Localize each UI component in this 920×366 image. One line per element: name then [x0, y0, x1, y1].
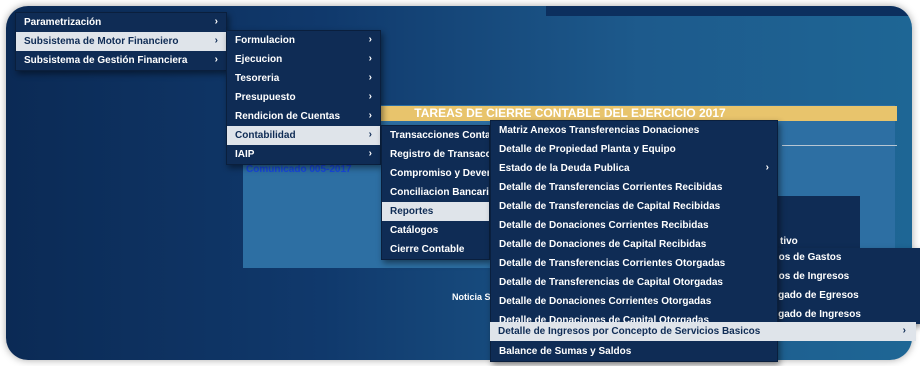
menu-item-transf-capital-otorgadas[interactable]: Detalle de Transferencias de Capital Oto… [491, 273, 777, 292]
menu-item-cierre-contable[interactable]: Cierre Contable [382, 240, 489, 259]
menu-item-deuda-publica[interactable]: Estado de la Deuda Publica › [491, 159, 777, 178]
menu-item-label: Detalle de Transferencias de Capital Rec… [499, 201, 721, 212]
menu-item-gestion-financiera[interactable]: Subsistema de Gestión Financiera › [16, 51, 226, 70]
menu-item-compromiso-devengado[interactable]: Compromiso y Devengado [382, 164, 489, 183]
chevron-right-icon: › [765, 162, 769, 173]
menu-item-donaciones-capital-recibidas[interactable]: Detalle de Donaciones de Capital Recibid… [491, 235, 777, 254]
menu-item-label: Detalle de Donaciones Corrientes Otorgad… [499, 296, 712, 307]
chevron-right-icon: › [368, 34, 372, 45]
menu-item-ejecucion[interactable]: Ejecucion › [227, 50, 380, 69]
menu-item-label: Transacciones Contables [390, 130, 489, 141]
divider [782, 145, 897, 146]
menu-item-presupuesto[interactable]: Presupuesto › [227, 88, 380, 107]
menu-item-label: Catálogos [390, 225, 439, 236]
menu-item-label: Matriz Anexos Transferencias Donaciones [499, 125, 700, 136]
menu-item-catalogos[interactable]: Catálogos [382, 221, 489, 240]
menu-item-label: Presupuesto [235, 92, 296, 103]
chevron-right-icon: › [214, 35, 218, 46]
menu-item-matriz-anexos[interactable]: Matriz Anexos Transferencias Donaciones [491, 121, 777, 140]
menu-item-label: Parametrización [24, 17, 102, 28]
chevron-right-icon: › [368, 110, 372, 121]
menu-item[interactable]: ngado de Ingresos [772, 309, 861, 320]
menu-level-2: Formulacion › Ejecucion › Tesoreria › Presu… [226, 30, 381, 165]
menu-level-1: Parametrización › Subsistema de Motor Fi… [15, 12, 227, 71]
menu-item-motor-financiero[interactable]: Subsistema de Motor Financiero › [16, 32, 226, 51]
screen: TAREAS DE CIERRE CONTABLE DEL EJERCICIO … [0, 0, 920, 366]
side-panel-label: tivo [780, 236, 798, 247]
menu-item-label: Detalle de Transferencias Corrientes Oto… [499, 258, 726, 269]
chevron-right-icon: › [902, 325, 906, 336]
menu-item-label: Compromiso y Devengado [390, 168, 489, 179]
menu-item-tesoreria[interactable]: Tesoreria › [227, 69, 380, 88]
chevron-right-icon: › [368, 53, 372, 64]
menu-item-iaip[interactable]: IAIP › [227, 145, 380, 164]
chevron-right-icon: › [368, 129, 372, 140]
menu-item[interactable]: rios de Ingresos [772, 271, 849, 282]
chevron-right-icon: › [368, 148, 372, 159]
menu-item-parametrizacion[interactable]: Parametrización › [16, 13, 226, 32]
menu-item-conciliacion-bancaria[interactable]: Conciliacion Bancaria [382, 183, 489, 202]
chevron-right-icon: › [368, 72, 372, 83]
menu-item-propiedad-planta[interactable]: Detalle de Propiedad Planta y Equipo [491, 140, 777, 159]
chevron-right-icon: › [214, 54, 218, 65]
menu-item-label: Tesoreria [235, 73, 280, 84]
menu-item-label: Ejecucion [235, 54, 283, 65]
menu-item-label: Detalle de Propiedad Planta y Equipo [499, 144, 676, 155]
top-band [546, 6, 912, 16]
menu-item-transacciones-contables[interactable]: Transacciones Contables [382, 126, 489, 145]
menu-item-transf-corrientes-recibidas[interactable]: Detalle de Transferencias Corrientes Rec… [491, 178, 777, 197]
menu-item-donaciones-corrientes-otorgadas[interactable]: Detalle de Donaciones Corrientes Otorgad… [491, 292, 777, 311]
menu-item[interactable]: ngado de Egresos [772, 290, 859, 301]
menu-item-label: Detalle de Transferencias de Capital Oto… [499, 277, 723, 288]
menu-item-formulacion[interactable]: Formulacion › [227, 31, 380, 50]
menu-item-label: Cierre Contable [390, 244, 465, 255]
menu-item-label: Detalle de Donaciones Corrientes Recibid… [499, 220, 709, 231]
menu-item-label: Detalle de Transferencias Corrientes Rec… [499, 182, 723, 193]
menu-item-label: Subsistema de Motor Financiero [24, 36, 179, 47]
menu-item-label: Contabilidad [235, 130, 296, 141]
menu-item-transf-capital-recibidas[interactable]: Detalle de Transferencias de Capital Rec… [491, 197, 777, 216]
chevron-right-icon: › [214, 16, 218, 27]
menu-item-label: Registro de Transacciones [390, 149, 489, 160]
submenu-partial: rios de Gastos rios de Ingresos ngado de… [760, 248, 920, 324]
menu-item-contabilidad[interactable]: Contabilidad › [227, 126, 380, 145]
menu-item-transf-corrientes-otorgadas[interactable]: Detalle de Transferencias Corrientes Oto… [491, 254, 777, 273]
menu-item-balance-sumas-saldos[interactable]: Balance de Sumas y Saldos [491, 342, 777, 361]
menu-item-label: Rendicion de Cuentas [235, 111, 341, 122]
menu-item-label: Subsistema de Gestión Financiera [24, 55, 188, 66]
menu-item-rendicion-cuentas[interactable]: Rendicion de Cuentas › [227, 107, 380, 126]
menu-item-reportes[interactable]: Reportes [382, 202, 489, 221]
menu-item-label: Detalle de Ingresos por Concepto de Serv… [498, 326, 761, 337]
comunicado-link[interactable]: Comunicado 005-2017 [246, 164, 352, 175]
noticia-label: Noticia Si [452, 292, 494, 302]
menu-item-registro-transacciones[interactable]: Registro de Transacciones [382, 145, 489, 164]
menu-level-3: Transacciones Contables Registro de Tran… [381, 125, 490, 260]
chevron-right-icon: › [368, 91, 372, 102]
menu-item-label: Detalle de Donaciones de Capital Recibid… [499, 239, 707, 250]
menu-item[interactable]: rios de Gastos [772, 252, 841, 263]
menu-item-label: Estado de la Deuda Publica [499, 163, 630, 174]
menu-item-donaciones-corrientes-recibidas[interactable]: Detalle de Donaciones Corrientes Recibid… [491, 216, 777, 235]
menu-item-ingresos-servicios-basicos[interactable]: Detalle de Ingresos por Concepto de Serv… [490, 322, 916, 341]
menu-item-label: Balance de Sumas y Saldos [499, 346, 632, 357]
menu-item-label: Reportes [390, 206, 434, 217]
menu-item-label: IAIP [235, 149, 255, 160]
menu-item-label: Formulacion [235, 35, 296, 46]
menu-item-label: Conciliacion Bancaria [390, 187, 490, 198]
